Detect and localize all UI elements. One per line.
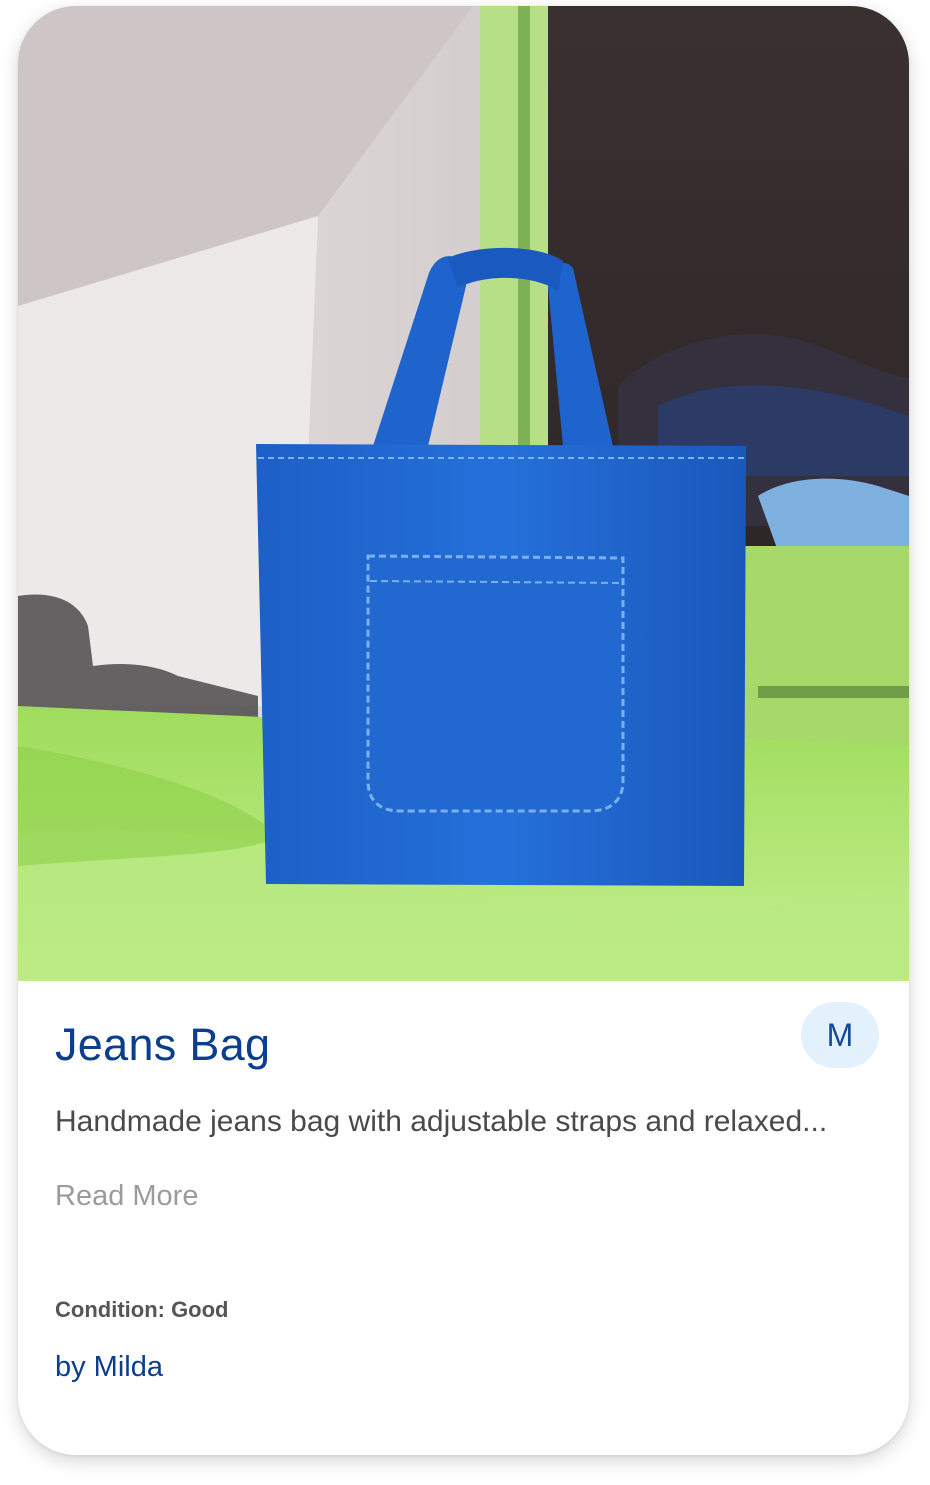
user-avatar[interactable]: M <box>801 1002 879 1068</box>
product-description: Handmade jeans bag with adjustable strap… <box>55 1105 828 1138</box>
read-more-link[interactable]: Read More <box>55 1178 198 1216</box>
product-card[interactable]: Jeans Bag M Handmade jeans bag with adju… <box>18 6 909 1455</box>
author-link[interactable]: by Milda <box>55 1349 163 1387</box>
product-image[interactable] <box>18 6 909 981</box>
product-title[interactable]: Jeans Bag <box>55 1018 270 1072</box>
condition-label: Condition: Good <box>55 1297 229 1322</box>
